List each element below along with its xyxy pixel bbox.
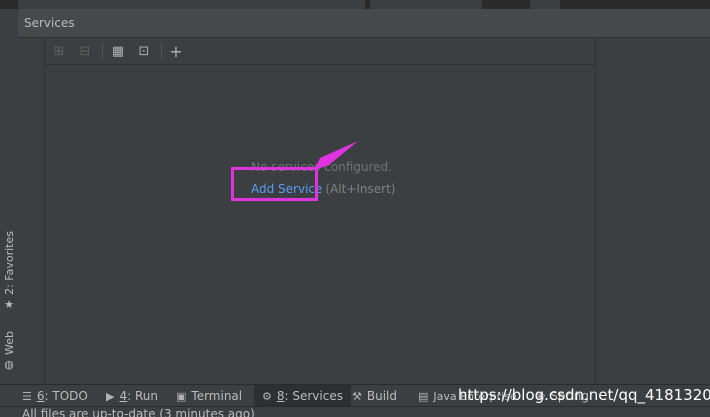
tab-services[interactable]: ⚙ 8: Services <box>254 385 351 407</box>
tab-label: : TODO <box>44 389 88 403</box>
tab-mnemonic: 6 <box>36 389 45 403</box>
tab-todo[interactable]: ☰ 6: TODO <box>22 385 88 407</box>
toolbar-separator <box>102 43 103 59</box>
tab-label: : Services <box>284 389 343 403</box>
favorites-tab[interactable]: 2: Favorites ★ <box>1 231 17 311</box>
panel-title: Services <box>24 16 75 30</box>
group-by-icon[interactable]: ▦ <box>109 42 127 60</box>
tab-label: Terminal <box>191 389 243 403</box>
tab-build[interactable]: ⚒ Build <box>352 385 397 407</box>
status-bar: All files are up-to-date (3 minutes ago) <box>0 406 710 417</box>
expand-all-icon[interactable]: ⊞ <box>50 42 68 60</box>
top-window-strip <box>0 0 710 9</box>
tab-label: : Run <box>127 389 158 403</box>
collapse-all-icon[interactable]: ⊟ <box>76 42 94 60</box>
top-tab-segment <box>530 0 560 9</box>
web-tab[interactable]: Web ◍ <box>1 331 17 371</box>
favorites-tab-label: 2: Favorites <box>2 231 16 295</box>
services-panel-header: Services <box>18 9 710 38</box>
add-icon[interactable]: + <box>167 42 185 61</box>
play-icon: ▶ <box>106 389 115 403</box>
tab-run[interactable]: ▶ 4: Run <box>106 385 158 407</box>
annotation-highlight-box <box>231 167 318 201</box>
globe-icon: ◍ <box>4 357 14 371</box>
services-panel-content: ⊞ ⊟ ▦ ⊡ + No services configured. Add Se… <box>18 38 710 384</box>
panel-gutter <box>18 38 45 384</box>
add-service-shortcut: (Alt+Insert) <box>325 182 396 196</box>
hammer-icon: ⚒ <box>352 389 362 403</box>
tab-mnemonic: 8 <box>276 389 285 403</box>
new-group-icon[interactable]: ⊡ <box>135 42 153 60</box>
star-icon: ★ <box>4 297 14 311</box>
tab-label: Build <box>366 389 397 403</box>
web-tab-label: Web <box>2 331 16 355</box>
top-tab-segment <box>370 0 482 9</box>
right-pane-divider <box>595 38 596 384</box>
watermark-url: https://blog.csdn.net/qq_41813208 <box>458 386 710 404</box>
terminal-icon: ▣ <box>176 389 187 403</box>
toolbar-separator <box>161 43 162 59</box>
top-tab-segment <box>18 0 365 9</box>
services-icon: ⚙ <box>262 389 272 403</box>
tab-terminal[interactable]: ▣ Terminal <box>176 385 242 407</box>
list-icon: ☰ <box>22 389 32 403</box>
left-tool-stripe: 2: Favorites ★ Web ◍ <box>0 9 19 384</box>
services-toolbar: ⊞ ⊟ ▦ ⊡ + <box>45 38 595 65</box>
java-enterprise-icon: ▤ <box>418 389 429 403</box>
tab-mnemonic: 4 <box>119 389 128 403</box>
